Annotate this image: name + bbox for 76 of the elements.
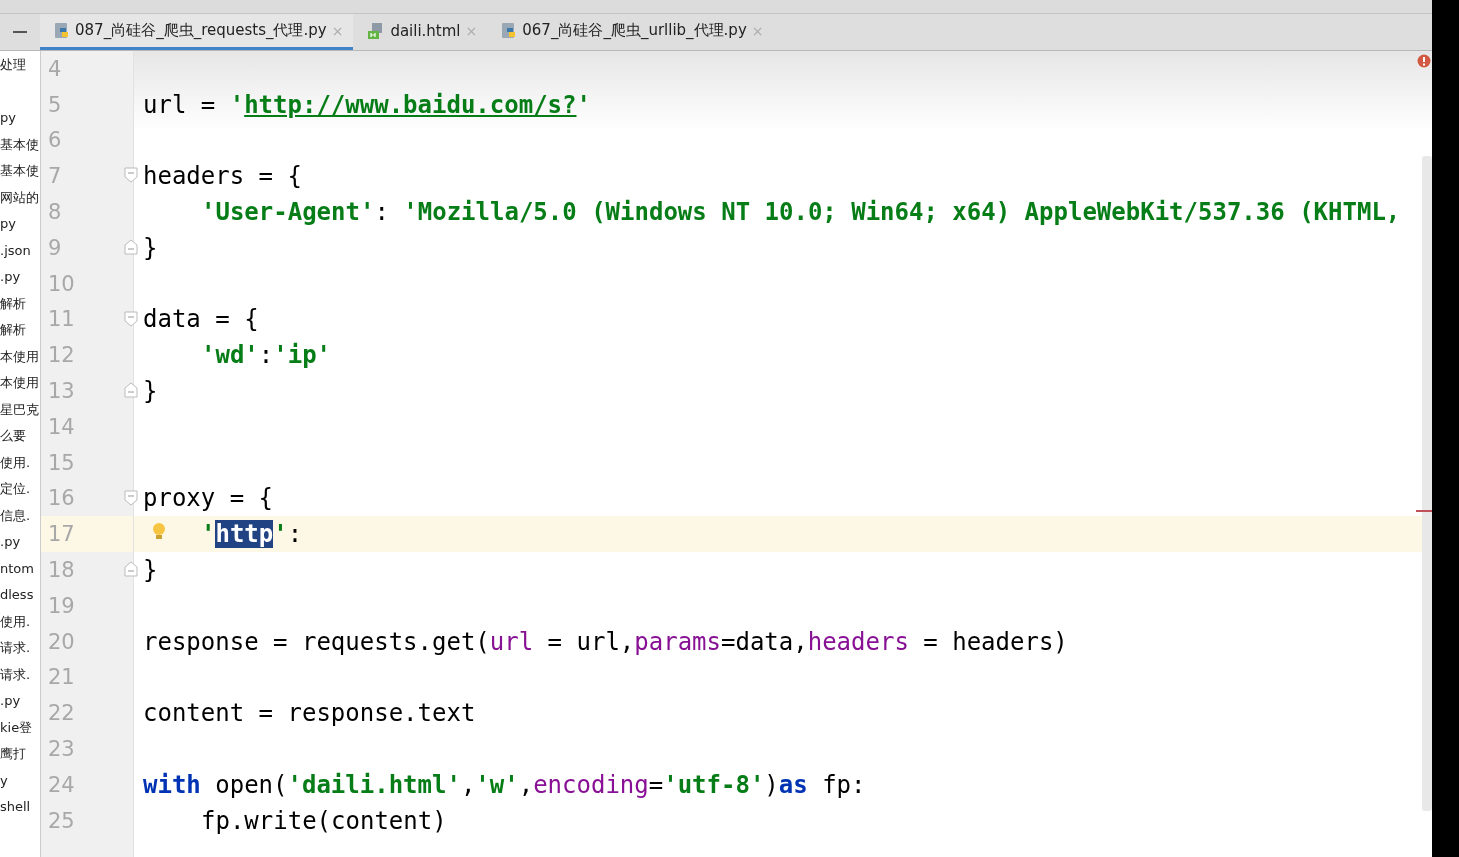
code-line: } bbox=[142, 556, 158, 585]
line-number: 16 bbox=[47, 486, 75, 511]
fold-icon[interactable] bbox=[124, 382, 138, 399]
line-number: 20 bbox=[47, 629, 75, 654]
file-item[interactable]: 处理 bbox=[0, 52, 40, 79]
file-item[interactable]: .py bbox=[0, 529, 40, 556]
line-number: 9 bbox=[47, 235, 62, 260]
file-item[interactable]: 星巴克 bbox=[0, 396, 40, 423]
file-item[interactable]: .py bbox=[0, 688, 40, 715]
fold-icon[interactable] bbox=[124, 561, 138, 578]
line-number: 10 bbox=[47, 271, 75, 296]
file-item[interactable]: 解析 bbox=[0, 317, 40, 344]
fold-icon[interactable] bbox=[124, 489, 138, 506]
error-icon[interactable] bbox=[1417, 54, 1431, 68]
file-item[interactable]: 本使用 bbox=[0, 343, 40, 370]
code-line: 'User-Agent': 'Mozilla/5.0 (Windows NT 10.0; Win64; x64) AppleWebKit/537.36 (KHTML, bbox=[200, 198, 1401, 227]
code-line: data = { bbox=[142, 305, 259, 334]
file-item[interactable]: shell bbox=[0, 794, 40, 821]
line-number: 13 bbox=[47, 379, 75, 404]
code-line: proxy = { bbox=[142, 484, 274, 513]
line-number: 19 bbox=[47, 593, 75, 618]
line-number: 15 bbox=[47, 450, 75, 475]
line-number: 6 bbox=[47, 128, 62, 153]
line-number: 23 bbox=[47, 737, 75, 762]
file-item[interactable]: 网站的 bbox=[0, 184, 40, 211]
file-item[interactable]: ntom bbox=[0, 555, 40, 582]
file-item[interactable]: py bbox=[0, 211, 40, 238]
file-item[interactable]: y bbox=[0, 767, 40, 794]
line-number: 14 bbox=[47, 414, 75, 439]
line-number: 24 bbox=[47, 772, 75, 797]
fold-icon[interactable] bbox=[124, 167, 138, 184]
file-item[interactable]: 解析 bbox=[0, 290, 40, 317]
file-item[interactable]: .json bbox=[0, 237, 40, 264]
code-line: response = requests.get(url = url,params=data,headers = headers) bbox=[142, 627, 1068, 656]
code-line: fp.write(content) bbox=[200, 806, 447, 835]
code-line: } bbox=[142, 233, 158, 262]
file-item[interactable]: 请求. bbox=[0, 661, 40, 688]
error-marker[interactable] bbox=[1416, 510, 1432, 512]
code-line: with open('daili.html','w',encoding='utf-8')as fp: bbox=[142, 770, 866, 799]
file-item[interactable]: dless bbox=[0, 582, 40, 609]
line-number: 7 bbox=[47, 164, 62, 189]
line-number: 21 bbox=[47, 665, 75, 690]
line-number: 11 bbox=[47, 307, 75, 332]
line-number: 17 bbox=[47, 522, 75, 547]
line-number: 8 bbox=[47, 200, 62, 225]
file-item[interactable]: 基本使 bbox=[0, 158, 40, 185]
file-item[interactable]: kie登 bbox=[0, 714, 40, 741]
scrollbar[interactable] bbox=[1422, 156, 1432, 811]
file-item[interactable]: 使用. bbox=[0, 608, 40, 635]
editor-tab[interactable]: daili.html × bbox=[353, 14, 488, 50]
code-line: headers = { bbox=[142, 162, 302, 191]
file-item[interactable]: 请求. bbox=[0, 635, 40, 662]
line-number: 18 bbox=[47, 558, 75, 583]
line-number: 5 bbox=[47, 92, 62, 117]
editor-tab[interactable]: 067_尚硅谷_爬虫_urllib_代理.py × bbox=[487, 14, 774, 50]
code-line: 'wd':'ip' bbox=[200, 341, 332, 370]
file-item[interactable]: 么要 bbox=[0, 423, 40, 450]
file-item[interactable]: 本使用 bbox=[0, 370, 40, 397]
file-item[interactable]: .py bbox=[0, 264, 40, 291]
python-file-icon bbox=[501, 21, 518, 40]
line-number: 4 bbox=[47, 56, 62, 81]
line-number: 12 bbox=[47, 343, 75, 368]
fold-icon[interactable] bbox=[124, 310, 138, 327]
file-item[interactable]: 定位. bbox=[0, 476, 40, 503]
python-file-icon bbox=[54, 21, 70, 40]
file-item[interactable]: py bbox=[0, 105, 40, 132]
file-item[interactable]: 信息. bbox=[0, 502, 40, 529]
line-number: 25 bbox=[47, 808, 75, 833]
code-line: content = response.text bbox=[142, 699, 476, 728]
code-line: url = 'http://www.baidu.com/s?' bbox=[142, 90, 591, 119]
line-number: 22 bbox=[47, 701, 75, 726]
file-item[interactable]: 使用. bbox=[0, 449, 40, 476]
editor-tab[interactable]: 087_尚硅谷_爬虫_requests_代理.py × bbox=[40, 14, 354, 50]
code-line: } bbox=[142, 377, 158, 406]
file-item[interactable]: 基本使 bbox=[0, 131, 40, 158]
file-item[interactable]: 鹰打 bbox=[0, 741, 40, 768]
